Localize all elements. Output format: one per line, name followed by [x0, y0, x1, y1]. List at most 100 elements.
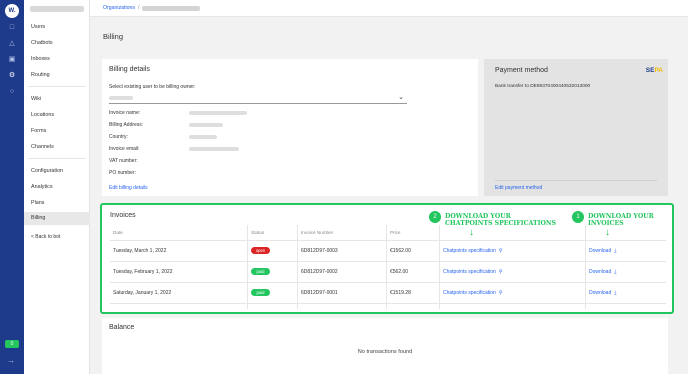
country-value	[189, 135, 217, 139]
invoice-number: 6D812D97-0002	[301, 269, 338, 275]
sidebar-item-chatbots[interactable]: Chatbots	[24, 37, 90, 50]
invoice-email-value	[189, 147, 239, 151]
sidebar-item-plans[interactable]: Plans	[24, 197, 90, 210]
download-invoice-link[interactable]: Download ⤓	[589, 290, 616, 296]
billing-owner-value	[109, 96, 133, 100]
payment-method-title: Payment method	[495, 67, 548, 74]
sepa-logo: SEPA	[645, 67, 663, 74]
breadcrumb-organizations[interactable]: Organizations	[103, 5, 135, 11]
breadcrumb: Organizations /	[90, 0, 688, 17]
invoice-date: Saturday, January 1, 2022	[113, 290, 172, 296]
account-name[interactable]	[30, 6, 84, 12]
bank-transfer-text: Bank transfer to DE89370400440532013000	[495, 84, 591, 89]
logo-icon[interactable]: W.	[5, 4, 19, 18]
download-icon: ⤓	[614, 269, 617, 275]
back-to-bot-link[interactable]: < Back to bot	[31, 234, 60, 240]
expand-icon[interactable]: →	[7, 356, 15, 365]
column-header-status: Status	[251, 230, 265, 235]
sidebar-divider	[28, 86, 86, 87]
invoice-number: 6D812D97-0003	[301, 248, 338, 254]
settings-sidebar: Users Chatbots Inboxes Routing Wiki Loca…	[24, 0, 90, 374]
row-divider	[110, 303, 666, 304]
vat-number-label: VAT number:	[109, 158, 138, 164]
search-icon: ⚲	[498, 248, 503, 254]
icon-rail: W. □ △ ▣ ⚙ ○ 0 →	[0, 0, 24, 374]
sidebar-divider	[28, 158, 86, 159]
invoice-price: €1562.00	[390, 248, 411, 254]
sidebar-item-forms[interactable]: Forms	[24, 125, 90, 138]
arrow-down-icon: ↓	[469, 227, 474, 238]
sidebar-item-routing[interactable]: Routing	[24, 69, 90, 82]
billing-address-label: Billing Address:	[109, 122, 144, 128]
sidebar-item-users[interactable]: Users	[24, 21, 90, 34]
annotation-spec-text: DOWNLOAD YOUR CHATPOINTS SPECIFICATIONS	[445, 213, 556, 227]
column-header-invoice-number: Invoice Number	[301, 230, 334, 235]
chatpoints-specification-link[interactable]: Chatpoints specification ⚲	[443, 248, 502, 254]
status-badge: open	[251, 247, 270, 254]
sidebar-item-analytics[interactable]: Analytics	[24, 181, 90, 194]
breadcrumb-organization-name[interactable]	[142, 6, 200, 11]
settings-icon[interactable]: ⚙	[7, 71, 17, 81]
search-icon: ⚲	[498, 269, 503, 275]
invoice-date: Tuesday, March 1, 2022	[113, 248, 167, 254]
column-header-price: Price	[390, 230, 401, 235]
billing-details-title: Billing details	[109, 66, 150, 73]
chat-icon[interactable]: □	[7, 23, 17, 33]
sidebar-item-inboxes[interactable]: Inboxes	[24, 53, 90, 66]
column-divider	[439, 225, 440, 309]
sidebar-item-channels[interactable]: Channels	[24, 141, 90, 154]
annotation-number-2: 2	[429, 211, 441, 223]
invoice-price: €1519.28	[390, 290, 411, 296]
balance-title: Balance	[109, 324, 135, 331]
invoice-name-value	[189, 111, 247, 115]
payment-method-card: Payment method SEPA Bank transfer to DE8…	[484, 59, 668, 196]
balance-card: Balance No transactions found	[102, 318, 668, 374]
annotation-invoices-text: DOWNLOAD YOUR INVOICES	[588, 213, 654, 227]
po-number-label: PO number:	[109, 170, 136, 176]
payment-divider	[495, 180, 657, 181]
sidebar-item-configuration[interactable]: Configuration	[24, 165, 90, 178]
chevron-down-icon[interactable]: ⌄	[398, 93, 404, 101]
download-invoice-link[interactable]: Download ⤓	[589, 269, 616, 275]
status-badge[interactable]: 0	[5, 340, 19, 348]
column-divider	[247, 225, 248, 309]
invoice-name-label: Invoice name:	[109, 110, 141, 116]
invoice-email-label: Invoice email:	[109, 146, 140, 152]
bot-icon[interactable]: △	[7, 39, 17, 49]
row-divider	[110, 240, 666, 241]
invoice-date: Tuesday, February 1, 2022	[113, 269, 173, 275]
column-divider	[297, 225, 298, 309]
edit-billing-details-link[interactable]: Edit billing details	[109, 185, 148, 191]
column-divider	[585, 225, 586, 309]
status-badge: paid	[251, 268, 270, 275]
page-title: Billing	[103, 32, 124, 41]
download-icon: ⤓	[614, 290, 617, 296]
help-icon[interactable]: ○	[7, 87, 17, 97]
download-invoice-link[interactable]: Download ⤓	[589, 248, 616, 254]
main-content: Organizations / Billing Billing details …	[90, 0, 688, 374]
country-label: Country:	[109, 134, 128, 140]
billing-owner-select[interactable]: ⌄	[109, 92, 407, 104]
inbox-icon[interactable]: ▣	[7, 55, 17, 65]
invoice-price: €562.00	[390, 269, 409, 275]
column-divider	[386, 225, 387, 309]
billing-details-card: Billing details Select existing user to …	[102, 59, 478, 196]
row-divider	[110, 261, 666, 262]
edit-payment-method-link[interactable]: Edit payment method	[495, 185, 542, 191]
sidebar-item-locations[interactable]: Locations	[24, 109, 90, 122]
chatpoints-specification-link[interactable]: Chatpoints specification ⚲	[443, 290, 502, 296]
billing-address-value	[189, 123, 223, 127]
row-divider	[110, 282, 666, 283]
invoices-title: Invoices	[110, 212, 136, 219]
status-badge: paid	[251, 289, 270, 296]
invoices-card: Invoices Date Status Invoice Number Pric…	[100, 203, 674, 314]
breadcrumb-separator: /	[138, 5, 140, 11]
download-icon: ⤓	[614, 248, 617, 254]
chatpoints-specification-link[interactable]: Chatpoints specification ⚲	[443, 269, 502, 275]
annotation-number-1: 1	[572, 211, 584, 223]
sidebar-item-wiki[interactable]: Wiki	[24, 93, 90, 106]
column-header-date: Date	[113, 230, 123, 235]
sidebar-item-billing[interactable]: Billing	[24, 212, 90, 225]
arrow-down-icon: ↓	[605, 227, 610, 238]
search-icon: ⚲	[498, 290, 503, 296]
